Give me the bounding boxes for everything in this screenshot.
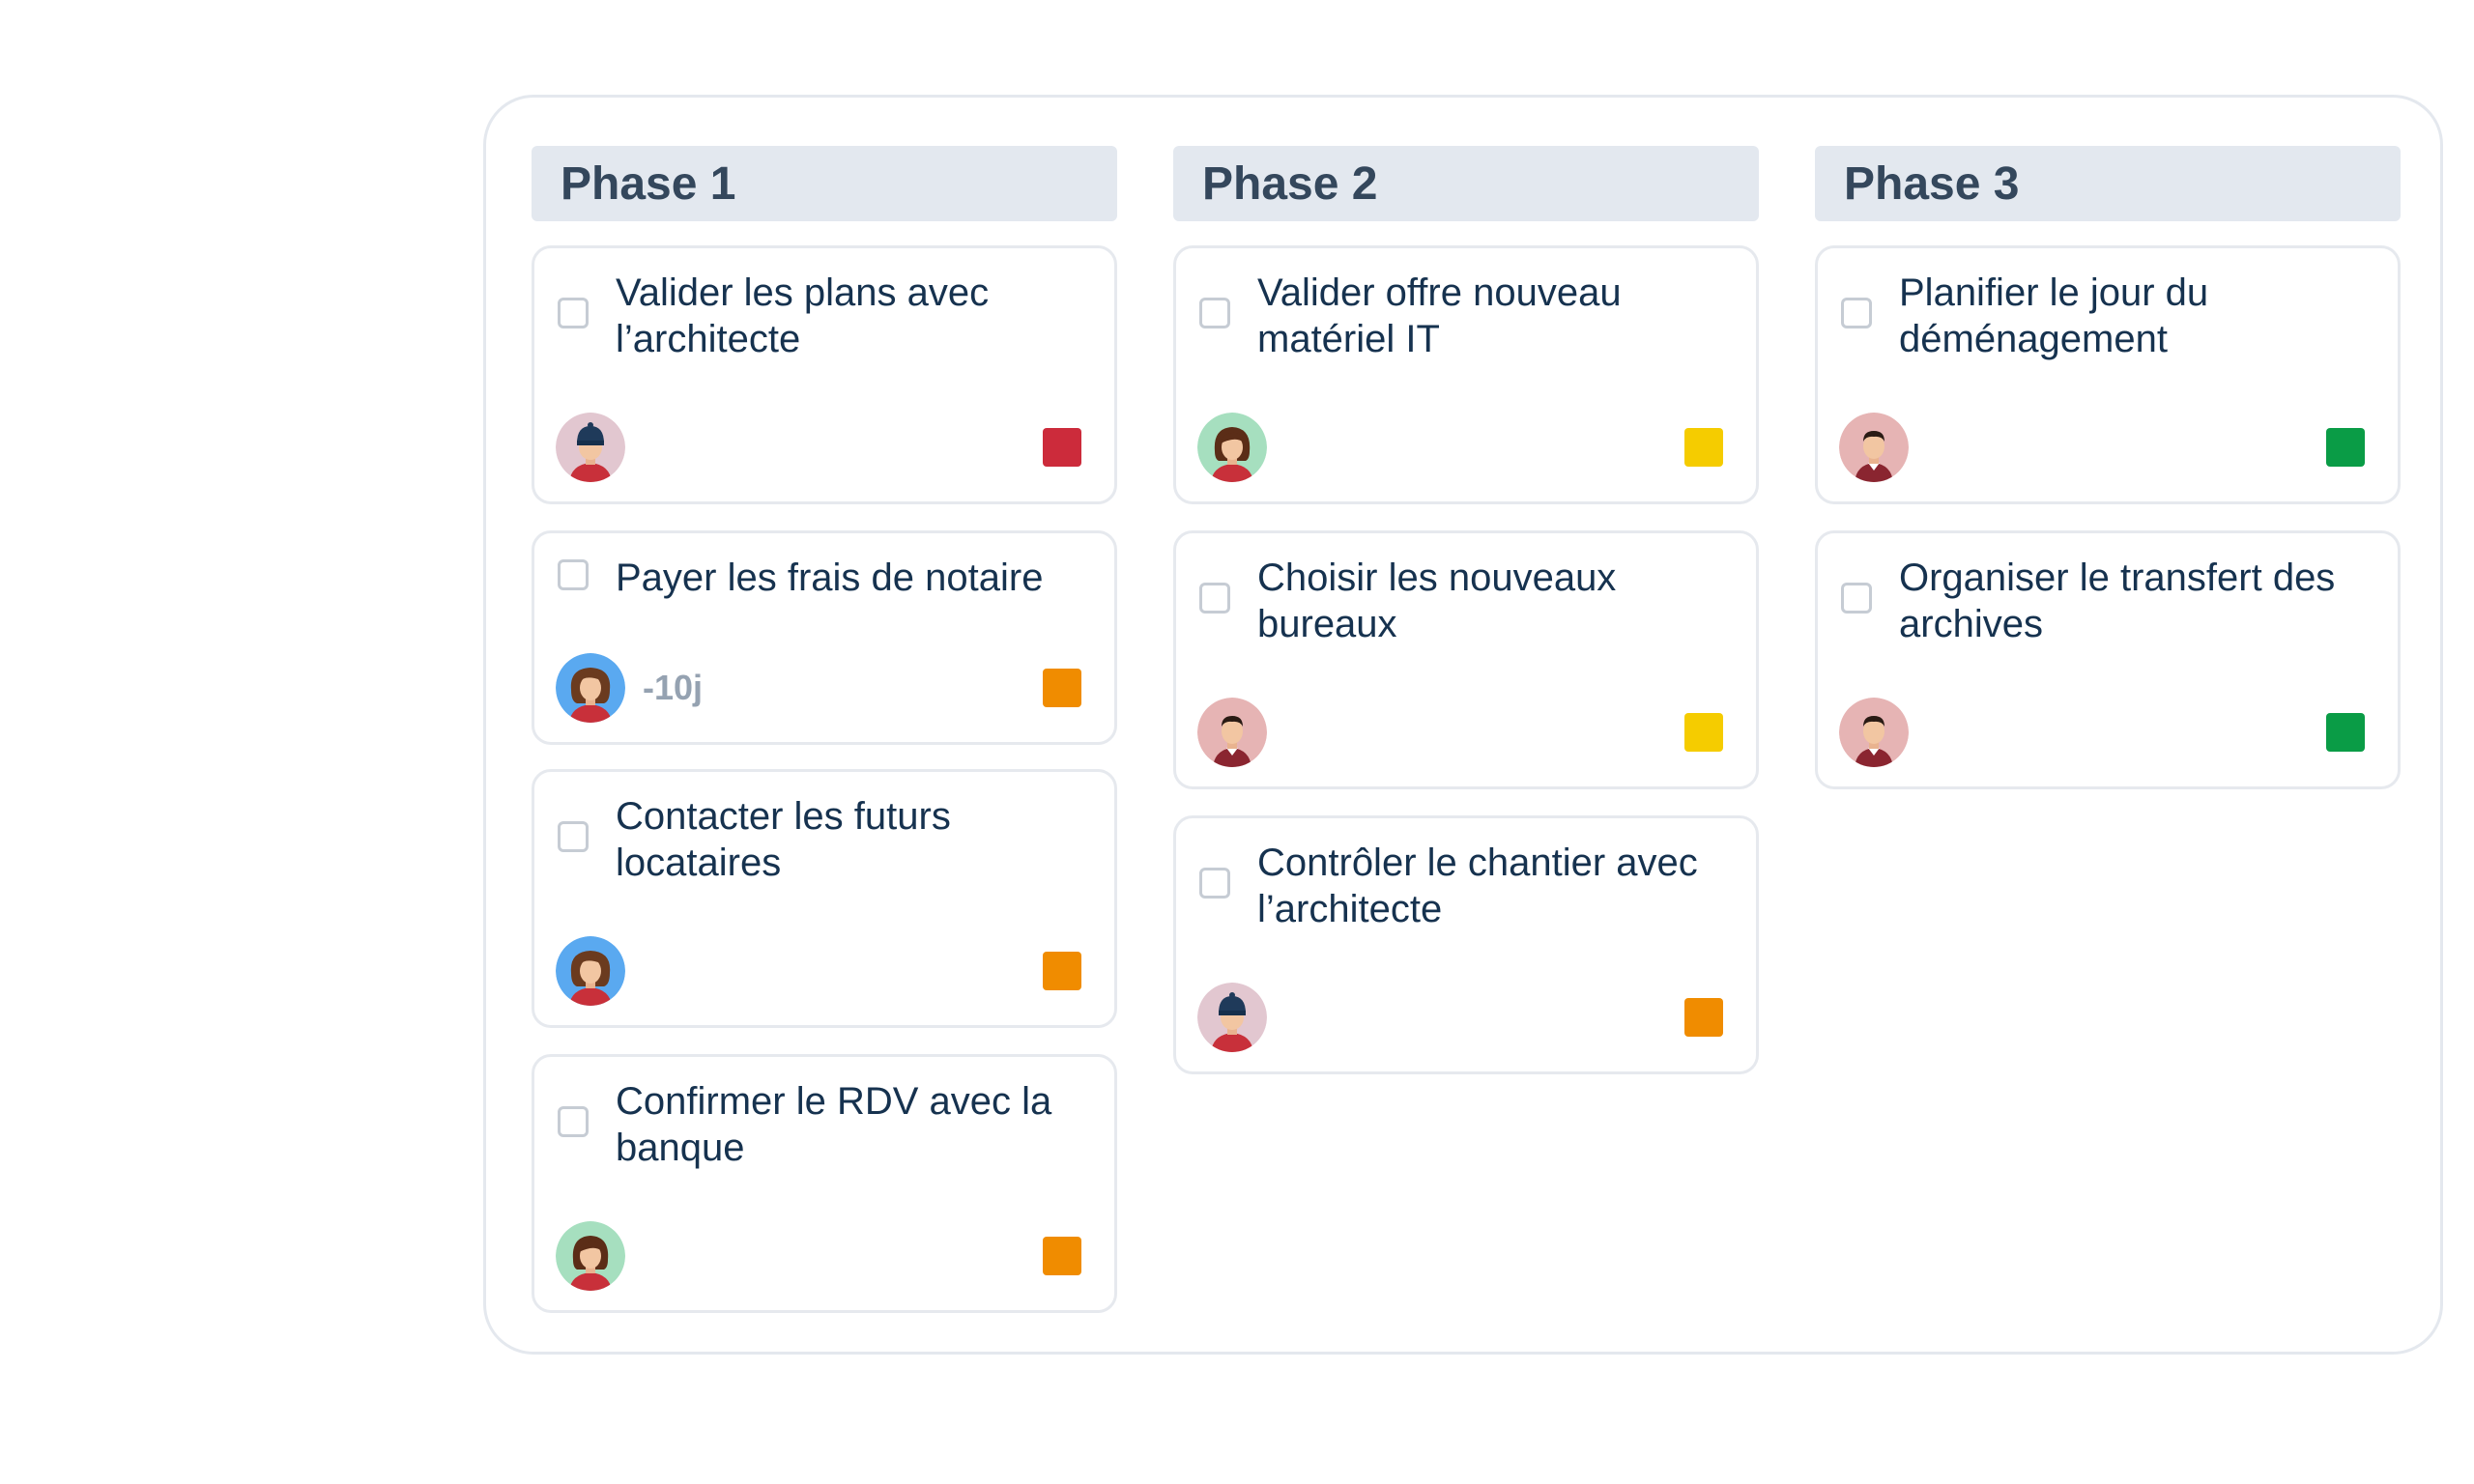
column-header: Phase 1 bbox=[532, 146, 1117, 221]
priority-flag bbox=[1043, 428, 1081, 467]
task-checkbox[interactable] bbox=[1199, 868, 1230, 899]
priority-flag bbox=[1684, 998, 1723, 1037]
column-phase-3: Phase 3 Planifier le jour du déménagemen… bbox=[1815, 146, 2401, 789]
assignee-avatar[interactable] bbox=[556, 1221, 625, 1291]
task-checkbox[interactable] bbox=[558, 1106, 589, 1137]
task-title: Choisir les nouveaux bureaux bbox=[1257, 556, 1617, 645]
task-card[interactable]: Payer les frais de notaire -10j bbox=[532, 530, 1117, 745]
task-card[interactable]: Contrôler le chantier avec l’architecte bbox=[1173, 815, 1759, 1074]
task-title: Contacter les futurs locataires bbox=[616, 795, 951, 884]
task-checkbox[interactable] bbox=[1199, 583, 1230, 614]
task-card[interactable]: Contacter les futurs locataires bbox=[532, 769, 1117, 1028]
assignee-avatar[interactable] bbox=[1197, 698, 1267, 767]
assignee-avatar[interactable] bbox=[556, 936, 625, 1006]
priority-flag bbox=[2326, 713, 2365, 752]
column-header: Phase 2 bbox=[1173, 146, 1759, 221]
task-title: Payer les frais de notaire bbox=[616, 556, 1044, 599]
task-title: Valider offre nouveau matériel IT bbox=[1257, 271, 1622, 360]
avatar-woman-beanie-icon bbox=[556, 413, 625, 482]
assignee-avatar[interactable] bbox=[1839, 413, 1909, 482]
assignee-avatar[interactable] bbox=[556, 413, 625, 482]
task-card[interactable]: Organiser le transfert des archives bbox=[1815, 530, 2401, 789]
avatar-man-pink-bg-icon bbox=[1839, 413, 1909, 482]
column-header: Phase 3 bbox=[1815, 146, 2401, 221]
assignee-avatar[interactable] bbox=[1839, 698, 1909, 767]
task-title: Planifier le jour du déménagement bbox=[1899, 271, 2209, 360]
task-card[interactable]: Valider les plans avec l’architecte bbox=[532, 245, 1117, 504]
assignee-avatar[interactable] bbox=[1197, 983, 1267, 1052]
kanban-board: Phase 1 Valider les plans avec l’archite… bbox=[483, 95, 2443, 1355]
task-card[interactable]: Planifier le jour du déménagement bbox=[1815, 245, 2401, 504]
task-card[interactable]: Choisir les nouveaux bureaux bbox=[1173, 530, 1759, 789]
task-checkbox[interactable] bbox=[558, 298, 589, 328]
priority-flag bbox=[1684, 713, 1723, 752]
task-card[interactable]: Valider offre nouveau matériel IT bbox=[1173, 245, 1759, 504]
task-title: Valider les plans avec l’architecte bbox=[616, 271, 990, 360]
task-checkbox[interactable] bbox=[1841, 583, 1872, 614]
avatar-woman-green-bg-icon bbox=[1197, 413, 1267, 482]
avatar-woman-blue-bg-icon bbox=[556, 653, 625, 723]
task-checkbox[interactable] bbox=[1841, 298, 1872, 328]
avatar-man-pink-bg-icon bbox=[1197, 698, 1267, 767]
task-card[interactable]: Confirmer le RDV avec la banque bbox=[532, 1054, 1117, 1313]
column-phase-1: Phase 1 Valider les plans avec l’archite… bbox=[532, 146, 1117, 1313]
task-title: Contrôler le chantier avec l’architecte bbox=[1257, 842, 1698, 930]
assignee-avatar[interactable] bbox=[556, 653, 625, 723]
avatar-man-pink-bg-icon bbox=[1839, 698, 1909, 767]
task-checkbox[interactable] bbox=[558, 559, 589, 590]
priority-flag bbox=[1043, 669, 1081, 707]
priority-flag bbox=[1043, 1237, 1081, 1275]
avatar-woman-beanie-icon bbox=[1197, 983, 1267, 1052]
priority-flag bbox=[2326, 428, 2365, 467]
task-title: Organiser le transfert des archives bbox=[1899, 556, 2336, 645]
avatar-woman-green-bg-icon bbox=[556, 1221, 625, 1291]
task-checkbox[interactable] bbox=[558, 821, 589, 852]
priority-flag bbox=[1043, 952, 1081, 990]
assignee-avatar[interactable] bbox=[1197, 413, 1267, 482]
task-checkbox[interactable] bbox=[1199, 298, 1230, 328]
priority-flag bbox=[1684, 428, 1723, 467]
column-phase-2: Phase 2 Valider offre nouveau matériel I… bbox=[1173, 146, 1759, 1074]
avatar-woman-blue-bg-icon bbox=[556, 936, 625, 1006]
task-title: Confirmer le RDV avec la banque bbox=[616, 1080, 1052, 1169]
delay-label: -10j bbox=[643, 668, 704, 707]
